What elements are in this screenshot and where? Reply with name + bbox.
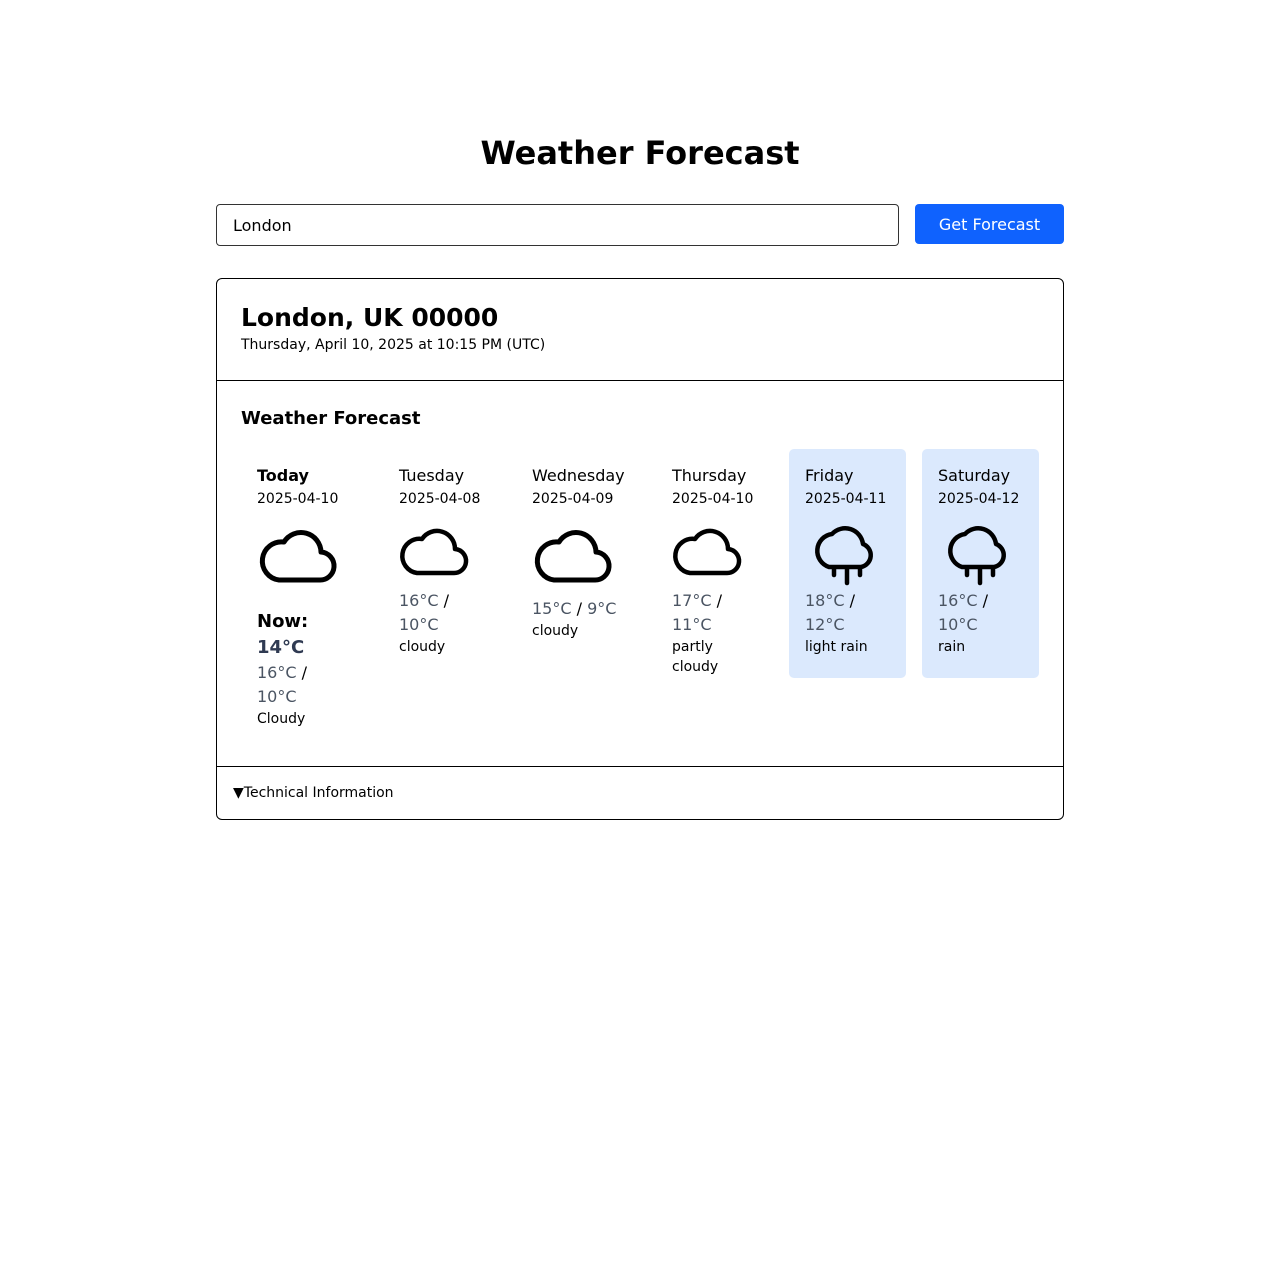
day-date: 2025-04-10 xyxy=(672,491,754,507)
day-name: Wednesday xyxy=(532,466,625,485)
location-name: London, UK 00000 xyxy=(241,303,499,332)
condition-text: cloudy xyxy=(399,639,446,655)
day-name: Friday xyxy=(805,466,854,485)
condition-text: cloudy xyxy=(532,623,579,639)
temp-low: 10°C xyxy=(399,615,439,634)
page-title: Weather Forecast xyxy=(480,134,800,172)
temp-low: 10°C xyxy=(938,615,978,634)
day-card-friday: Friday 2025-04-11 18°C / 12°C light rain xyxy=(789,449,906,678)
temp-range: 18°C / 12°C xyxy=(805,591,856,634)
day-date: 2025-04-12 xyxy=(938,491,1020,507)
technical-information-label: Technical Information xyxy=(243,785,394,801)
day-card-tuesday: Tuesday 2025-04-08 16°C / 10°C cloudy xyxy=(383,449,503,678)
cloud-icon xyxy=(534,530,612,583)
temp-high: 15°C xyxy=(532,599,572,618)
now-label: Now: xyxy=(257,611,309,632)
temp-high: 18°C xyxy=(805,591,845,610)
day-name: Today xyxy=(257,466,309,485)
temp-high: 17°C xyxy=(672,591,712,610)
day-card-today: Today 2025-04-10 Now: 14°C 16°C / 10°C C… xyxy=(241,449,371,727)
temp-low: 12°C xyxy=(805,615,845,634)
condition-text: partly cloudy xyxy=(672,639,719,675)
cloud-icon xyxy=(400,528,469,576)
day-name: Saturday xyxy=(938,466,1011,485)
temp-range: 16°C / 10°C xyxy=(257,663,308,706)
rain-cloud-icon xyxy=(815,526,873,586)
condition-text: light rain xyxy=(805,639,868,655)
condition-text: Cloudy xyxy=(257,711,306,727)
day-card-saturday: Saturday 2025-04-12 16°C / 10°C rain xyxy=(922,449,1039,678)
location-header: London, UK 00000 Thursday, April 10, 202… xyxy=(217,279,1063,381)
day-date: 2025-04-10 xyxy=(257,491,339,507)
day-card-wednesday: Wednesday 2025-04-09 15°C / 9°C cloudy xyxy=(516,449,644,678)
day-card-thursday: Thursday 2025-04-10 17°C / 11°C partly c… xyxy=(656,449,776,678)
temp-range: 16°C / 10°C xyxy=(399,591,450,634)
temp-range: 15°C / 9°C xyxy=(532,599,617,618)
day-date: 2025-04-09 xyxy=(532,491,614,507)
cloud-icon xyxy=(673,528,742,576)
day-date: 2025-04-11 xyxy=(805,491,887,507)
now-temperature: 14°C xyxy=(257,637,305,658)
search-row: Get Forecast xyxy=(216,204,1064,246)
technical-information-toggle[interactable]: ▼Technical Information xyxy=(233,784,394,802)
temp-low: 10°C xyxy=(257,687,297,706)
condition-text: rain xyxy=(938,639,966,655)
temp-low: 9°C xyxy=(587,599,617,618)
temp-high: 16°C xyxy=(257,663,297,682)
forecast-section: Weather Forecast Today 2025-04-10 Now: 1… xyxy=(217,381,1063,767)
city-search-input[interactable] xyxy=(216,204,899,246)
forecast-title: Weather Forecast xyxy=(241,408,421,429)
temp-range: 17°C / 11°C xyxy=(672,591,723,634)
temp-high: 16°C xyxy=(399,591,439,610)
day-name: Thursday xyxy=(672,466,747,485)
day-date: 2025-04-08 xyxy=(399,491,481,507)
temp-low: 11°C xyxy=(672,615,712,634)
location-timestamp: Thursday, April 10, 2025 at 10:15 PM (UT… xyxy=(241,337,546,353)
disclosure-triangle-icon: ▼ xyxy=(233,785,244,801)
day-name: Tuesday xyxy=(399,466,465,485)
rain-cloud-icon xyxy=(948,526,1006,586)
get-forecast-button[interactable]: Get Forecast xyxy=(915,204,1064,244)
cloud-icon xyxy=(259,530,337,583)
forecast-card: London, UK 00000 Thursday, April 10, 202… xyxy=(216,278,1064,820)
temp-range: 16°C / 10°C xyxy=(938,591,989,634)
temp-high: 16°C xyxy=(938,591,978,610)
